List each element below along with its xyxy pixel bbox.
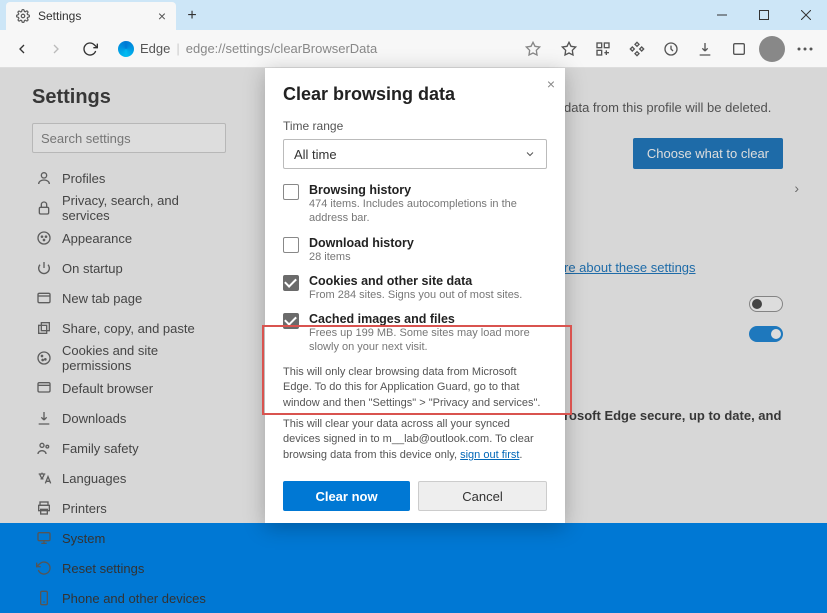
sidebar-item-label: Phone and other devices [62, 591, 206, 606]
clear-browsing-data-dialog: × Clear browsing data Time range All tim… [265, 68, 565, 523]
favorites-icon[interactable] [555, 35, 583, 63]
app-icon[interactable] [725, 35, 753, 63]
clear-option-2: Cookies and other site dataFrom 284 site… [283, 274, 547, 302]
close-tab-icon[interactable]: × [158, 8, 166, 24]
time-range-label: Time range [283, 119, 547, 133]
window-controls [701, 0, 827, 30]
note-application-guard: This will only clear browsing data from … [283, 365, 547, 411]
address-url: edge://settings/clearBrowserData [186, 41, 377, 56]
collections-icon[interactable] [589, 35, 617, 63]
close-dialog-icon[interactable]: × [547, 76, 555, 92]
time-range-dropdown[interactable]: All time [283, 139, 547, 169]
sidebar-item-phone[interactable]: Phone and other devices [32, 583, 226, 613]
gear-icon [16, 9, 30, 23]
clear-option-1: Download history28 items [283, 236, 547, 264]
options-scroll-area: Browsing history474 items. Includes auto… [283, 183, 547, 469]
option-title: Browsing history [309, 183, 547, 197]
option-subtitle: Frees up 199 MB. Some sites may load mor… [309, 326, 547, 355]
checkbox-2[interactable] [283, 275, 299, 291]
option-title: Cookies and other site data [309, 274, 522, 288]
sidebar-item-label: Reset settings [62, 561, 144, 576]
edge-icon [118, 41, 134, 57]
cancel-button[interactable]: Cancel [418, 481, 547, 511]
back-button[interactable] [8, 35, 36, 63]
chevron-down-icon [524, 148, 536, 160]
checkbox-0[interactable] [283, 184, 299, 200]
extensions-icon[interactable] [623, 35, 651, 63]
phone-icon [36, 590, 52, 606]
checkbox-1[interactable] [283, 237, 299, 253]
option-subtitle: 28 items [309, 250, 414, 264]
browser-toolbar: Edge | edge://settings/clearBrowserData [0, 30, 827, 68]
tab-title: Settings [38, 9, 150, 23]
dialog-buttons: Clear now Cancel [283, 481, 547, 511]
browser-tab[interactable]: Settings × [6, 2, 176, 30]
minimize-button[interactable] [701, 0, 743, 30]
downloads-icon[interactable] [691, 35, 719, 63]
address-label: Edge [140, 41, 170, 56]
new-tab-button[interactable]: + [180, 4, 204, 28]
maximize-button[interactable] [743, 0, 785, 30]
sign-out-first-link[interactable]: sign out first [460, 449, 519, 461]
profile-avatar[interactable] [759, 36, 785, 62]
dialog-title: Clear browsing data [283, 84, 547, 105]
forward-button [42, 35, 70, 63]
checkbox-3[interactable] [283, 313, 299, 329]
option-subtitle: From 284 sites. Signs you out of most si… [309, 288, 522, 302]
sidebar-item-system[interactable]: System [32, 523, 226, 553]
clear-now-button[interactable]: Clear now [283, 481, 410, 511]
title-bar: Settings × + [0, 0, 827, 30]
note-sync: This will clear your data across all you… [283, 417, 547, 463]
reset-icon [36, 560, 52, 576]
close-window-button[interactable] [785, 0, 827, 30]
clear-option-0: Browsing history474 items. Includes auto… [283, 183, 547, 226]
time-range-value: All time [294, 147, 337, 162]
address-separator: | [176, 41, 179, 56]
option-title: Download history [309, 236, 414, 250]
refresh-button[interactable] [76, 35, 104, 63]
system-icon [36, 530, 52, 546]
option-title: Cached images and files [309, 312, 547, 326]
option-subtitle: 474 items. Includes autocompletions in t… [309, 197, 547, 226]
sidebar-item-reset[interactable]: Reset settings [32, 553, 226, 583]
read-aloud-icon[interactable] [525, 41, 541, 57]
performance-icon[interactable] [657, 35, 685, 63]
more-icon[interactable] [791, 35, 819, 63]
clear-option-3: Cached images and filesFrees up 199 MB. … [283, 312, 547, 355]
address-bar[interactable]: Edge | edge://settings/clearBrowserData [110, 35, 549, 63]
sidebar-item-label: System [62, 531, 105, 546]
